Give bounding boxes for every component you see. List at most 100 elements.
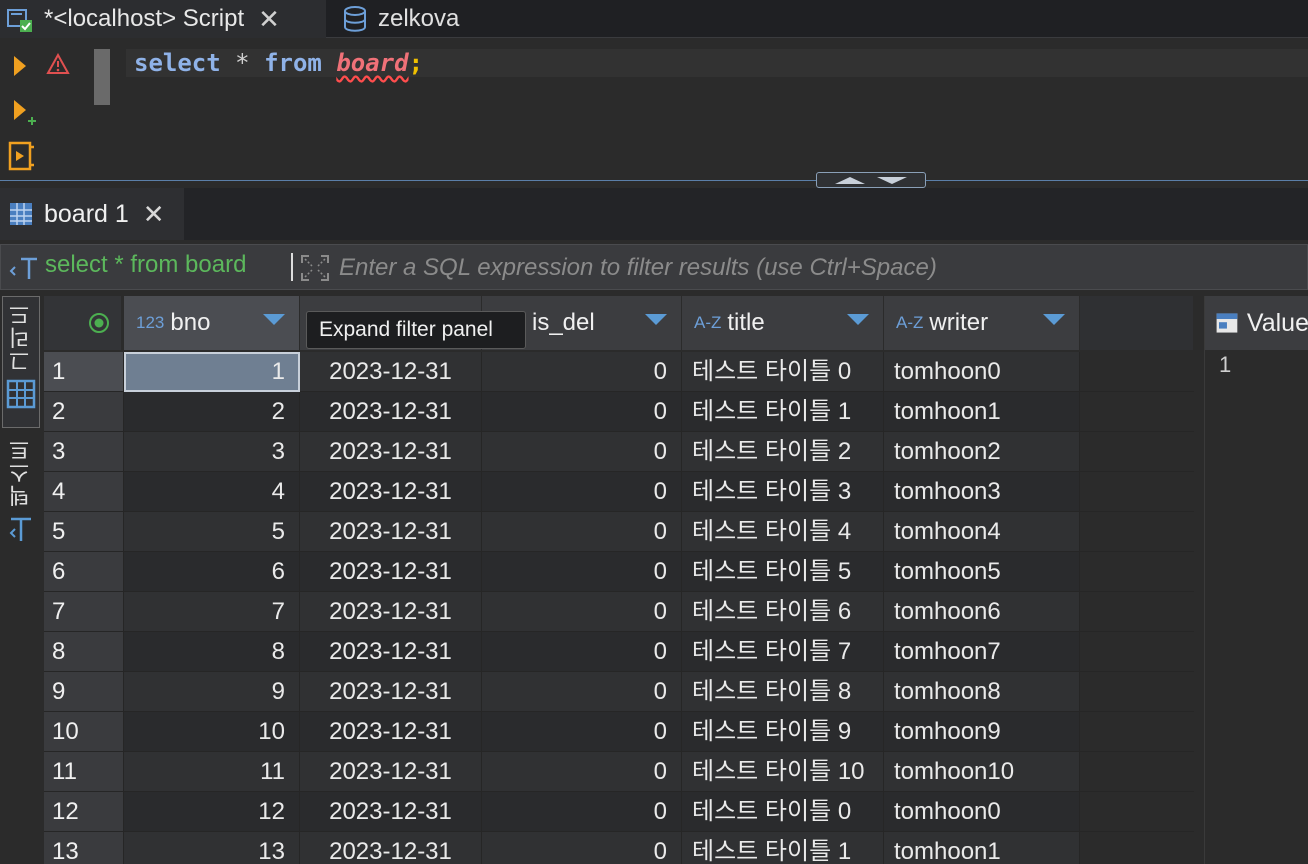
table-row[interactable]: 11 11 2023-12-31 0 테스트 타이틀 10 tomhoon10 [44, 752, 1194, 792]
cell-date[interactable]: 2023-12-31 [300, 592, 482, 632]
column-header-writer[interactable]: A-Z writer [884, 296, 1080, 350]
table-row[interactable]: 4 4 2023-12-31 0 테스트 타이틀 3 tomhoon3 [44, 472, 1194, 512]
cell-is-del[interactable]: 0 [482, 512, 682, 552]
cell-title[interactable]: 테스트 타이틀 1 [682, 392, 884, 432]
cell-is-del[interactable]: 0 [482, 472, 682, 512]
cell-title[interactable]: 테스트 타이틀 9 [682, 712, 884, 752]
cell-is-del[interactable]: 0 [482, 632, 682, 672]
cell-title[interactable]: 테스트 타이틀 0 [682, 352, 884, 392]
row-number[interactable]: 3 [44, 432, 124, 472]
column-header-bno[interactable]: 123 bno [124, 296, 300, 350]
tab-localhost-script[interactable]: *<localhost> Script ✕ [0, 0, 326, 38]
cell-writer[interactable]: tomhoon1 [884, 832, 1080, 864]
close-icon[interactable]: ✕ [143, 199, 165, 230]
sql-code-line[interactable]: select * from board; [134, 49, 423, 77]
table-row[interactable]: 5 5 2023-12-31 0 테스트 타이틀 4 tomhoon4 [44, 512, 1194, 552]
cell-writer[interactable]: tomhoon8 [884, 672, 1080, 712]
cell-is-del[interactable]: 0 [482, 432, 682, 472]
cell-writer[interactable]: tomhoon6 [884, 592, 1080, 632]
filter-expression-input[interactable] [339, 253, 1299, 283]
cell-is-del[interactable]: 0 [482, 392, 682, 432]
cell-bno[interactable]: 13 [124, 832, 300, 864]
cell-is-del[interactable]: 0 [482, 792, 682, 832]
sort-dropdown-icon[interactable] [1043, 314, 1065, 325]
cell-writer[interactable]: tomhoon1 [884, 392, 1080, 432]
execute-script-icon[interactable] [10, 97, 38, 129]
cell-title[interactable]: 테스트 타이틀 0 [682, 792, 884, 832]
cell-title[interactable]: 테스트 타이틀 5 [682, 552, 884, 592]
cell-writer[interactable]: tomhoon5 [884, 552, 1080, 592]
cell-date[interactable]: 2023-12-31 [300, 752, 482, 792]
table-row[interactable]: 1 1 2023-12-31 0 테스트 타이틀 0 tomhoon0 [44, 352, 1194, 392]
row-number[interactable]: 12 [44, 792, 124, 832]
cell-date[interactable]: 2023-12-31 [300, 832, 482, 864]
sql-editor[interactable]: select * from board; [0, 39, 1308, 181]
cell-date[interactable]: 2023-12-31 [300, 472, 482, 512]
cell-writer[interactable]: tomhoon7 [884, 632, 1080, 672]
cell-date[interactable]: 2023-12-31 [300, 632, 482, 672]
cell-is-del[interactable]: 0 [482, 552, 682, 592]
cell-title[interactable]: 테스트 타이틀 4 [682, 512, 884, 552]
cell-date[interactable]: 2023-12-31 [300, 392, 482, 432]
sort-dropdown-icon[interactable] [263, 314, 285, 325]
cell-date[interactable]: 2023-12-31 [300, 432, 482, 472]
value-panel-content[interactable]: 1 [1219, 352, 1231, 378]
table-row[interactable]: 12 12 2023-12-31 0 테스트 타이틀 0 tomhoon0 [44, 792, 1194, 832]
cell-bno[interactable]: 9 [124, 672, 300, 712]
explain-plan-icon[interactable] [6, 139, 36, 173]
cell-writer[interactable]: tomhoon10 [884, 752, 1080, 792]
results-grid[interactable]: 123 bno is_del A-Z title A-Z writer 1 1 20… [44, 296, 1194, 864]
cell-writer[interactable]: tomhoon4 [884, 512, 1080, 552]
cell-date[interactable]: 2023-12-31 [300, 712, 482, 752]
cell-writer[interactable]: tomhoon3 [884, 472, 1080, 512]
row-number[interactable]: 13 [44, 832, 124, 864]
cell-title[interactable]: 테스트 타이틀 3 [682, 472, 884, 512]
cell-bno[interactable]: 3 [124, 432, 300, 472]
row-number[interactable]: 2 [44, 392, 124, 432]
row-number[interactable]: 5 [44, 512, 124, 552]
row-number[interactable]: 4 [44, 472, 124, 512]
cell-bno[interactable]: 6 [124, 552, 300, 592]
row-number[interactable]: 1 [44, 352, 124, 392]
table-row[interactable]: 2 2 2023-12-31 0 테스트 타이틀 1 tomhoon1 [44, 392, 1194, 432]
close-icon[interactable]: ✕ [258, 4, 280, 35]
grid-view-toggle[interactable]: 그리드 [2, 296, 40, 428]
cell-bno[interactable]: 1 [124, 352, 300, 392]
cell-date[interactable]: 2023-12-31 [300, 352, 482, 392]
table-row[interactable]: 3 3 2023-12-31 0 테스트 타이틀 2 tomhoon2 [44, 432, 1194, 472]
filter-history-query[interactable]: select * from board [45, 251, 246, 279]
sort-dropdown-icon[interactable] [645, 314, 667, 325]
cell-date[interactable]: 2023-12-31 [300, 512, 482, 552]
cell-date[interactable]: 2023-12-31 [300, 552, 482, 592]
table-row[interactable]: 10 10 2023-12-31 0 테스트 타이틀 9 tomhoon9 [44, 712, 1194, 752]
table-row[interactable]: 8 8 2023-12-31 0 테스트 타이틀 7 tomhoon7 [44, 632, 1194, 672]
cell-is-del[interactable]: 0 [482, 352, 682, 392]
cell-title[interactable]: 테스트 타이틀 6 [682, 592, 884, 632]
cell-title[interactable]: 테스트 타이틀 7 [682, 632, 884, 672]
cell-title[interactable]: 테스트 타이틀 1 [682, 832, 884, 864]
expand-filter-panel-icon[interactable] [299, 253, 331, 283]
column-header-title[interactable]: A-Z title [682, 296, 884, 350]
cell-is-del[interactable]: 0 [482, 832, 682, 864]
cell-bno[interactable]: 7 [124, 592, 300, 632]
execute-statement-icon[interactable] [10, 53, 30, 79]
cell-writer[interactable]: tomhoon9 [884, 712, 1080, 752]
grid-corner[interactable] [44, 296, 122, 350]
sort-dropdown-icon[interactable] [847, 314, 869, 325]
splitter-toggle-handle[interactable] [816, 172, 926, 188]
cell-is-del[interactable]: 0 [482, 752, 682, 792]
row-number[interactable]: 8 [44, 632, 124, 672]
cell-bno[interactable]: 11 [124, 752, 300, 792]
cell-writer[interactable]: tomhoon2 [884, 432, 1080, 472]
table-row[interactable]: 6 6 2023-12-31 0 테스트 타이틀 5 tomhoon5 [44, 552, 1194, 592]
row-number[interactable]: 11 [44, 752, 124, 792]
cell-title[interactable]: 테스트 타이틀 10 [682, 752, 884, 792]
tab-board-1[interactable]: board 1 ✕ [0, 188, 184, 240]
row-number[interactable]: 10 [44, 712, 124, 752]
cell-bno[interactable]: 4 [124, 472, 300, 512]
table-row[interactable]: 7 7 2023-12-31 0 테스트 타이틀 6 tomhoon6 [44, 592, 1194, 632]
cell-bno[interactable]: 2 [124, 392, 300, 432]
tab-zelkova[interactable]: zelkova [334, 0, 459, 38]
table-row[interactable]: 13 13 2023-12-31 0 테스트 타이틀 1 tomhoon1 [44, 832, 1194, 864]
row-number[interactable]: 6 [44, 552, 124, 592]
